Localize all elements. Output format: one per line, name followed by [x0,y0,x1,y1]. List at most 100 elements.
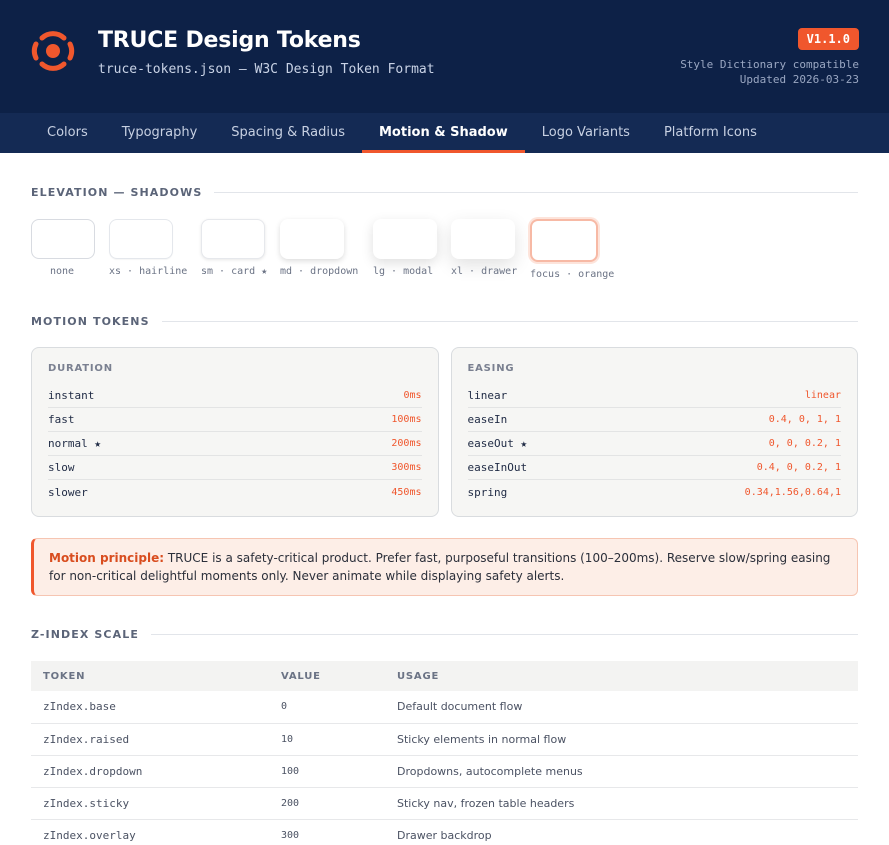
token-cell: zIndex.sticky [31,787,269,820]
tab-typography[interactable]: Typography [105,113,215,153]
easing-row: easeOut ★ 0, 0, 0.2, 1 [467,432,841,456]
duration-row: instant 0ms [48,384,422,408]
table-row: zIndex.raised 10 Sticky elements in norm… [31,723,858,756]
token-key: easeInOut [467,461,528,474]
shadow-md: md · dropdown [280,219,373,280]
table-header-row: TOKEN VALUE USAGE [31,661,858,691]
callout-title: Motion principle: [49,551,165,565]
token-key: normal ★ [48,437,101,450]
duration-row: normal ★ 200ms [48,432,422,456]
value-cell: 0 [269,691,385,724]
zindex-table: TOKEN VALUE USAGE zIndex.base 0 Default … [31,661,858,845]
shadow-xl: xl · drawer [451,219,530,280]
shadow-swatch [451,219,515,259]
tab-motion-shadow[interactable]: Motion & Shadow [362,113,525,153]
duration-row: slow 300ms [48,456,422,480]
duration-row: slower 450ms [48,480,422,504]
token-cell: zIndex.dropdown [31,755,269,788]
tab-bar: Colors Typography Spacing & Radius Motio… [0,113,889,153]
shadow-label: lg · modal [373,266,434,277]
duration-row: fast 100ms [48,408,422,432]
shadow-label: none [50,266,75,277]
compat-line: Style Dictionary compatible [680,58,859,71]
token-value: 0.34,1.56,0.64,1 [744,486,841,498]
shadow-lg: lg · modal [373,219,451,280]
app-header: TRUCE Design Tokens truce-tokens.json — … [0,0,889,113]
tab-colors[interactable]: Colors [30,113,105,153]
tab-platform-icons[interactable]: Platform Icons [647,113,774,153]
usage-cell: Drawer backdrop [385,819,858,845]
shadow-swatch [373,219,437,259]
shadow-swatch [530,219,598,262]
motion-principle-callout: Motion principle: TRUCE is a safety-crit… [31,538,858,596]
divider [150,634,858,635]
easing-row: linear linear [467,384,841,408]
shadow-label: sm · card ★ [201,266,268,277]
easing-row: easeIn 0.4, 0, 1, 1 [467,408,841,432]
zindex-heading: Z-INDEX SCALE [31,628,858,641]
shadow-swatch [280,219,344,259]
shadow-label: xl · drawer [451,266,518,277]
shadow-swatches: none xs · hairline sm · card ★ md · drop… [31,219,858,280]
page-title: TRUCE Design Tokens [98,28,361,53]
usage-cell: Default document flow [385,691,858,724]
shadow-swatch [109,219,173,259]
column-header-usage: USAGE [385,661,858,691]
shadow-label: focus · orange [530,269,615,280]
column-header-token: TOKEN [31,661,269,691]
usage-cell: Sticky nav, frozen table headers [385,787,858,820]
version-badge: V1.1.0 [797,28,859,50]
token-value: 100ms [391,414,422,425]
token-value: 200ms [391,438,422,449]
divider [161,321,858,322]
shadow-none: none [31,219,109,280]
token-value: linear [804,390,841,401]
motion-tokens: DURATION instant 0ms fast 100ms normal ★ 20… [31,347,858,517]
value-cell: 10 [269,723,385,756]
token-value: 300ms [391,462,422,473]
value-cell: 200 [269,787,385,820]
token-key: easeIn [467,413,508,426]
main-content: ELEVATION — SHADOWS none xs · hairline s… [0,186,889,845]
card-title: EASING [467,363,515,374]
shadow-label: xs · hairline [109,266,188,277]
value-cell: 100 [269,755,385,788]
table-row: zIndex.sticky 200 Sticky nav, frozen tab… [31,787,858,820]
token-value: 0ms [403,390,422,401]
duration-card: DURATION instant 0ms fast 100ms normal ★ 20… [31,347,439,517]
token-value: 0.4, 0, 0.2, 1 [756,462,841,473]
card-title: DURATION [48,363,113,374]
shadow-swatch [31,219,95,259]
token-key: slower [48,485,88,499]
motion-heading: MOTION TOKENS [31,315,858,328]
shadow-label: md · dropdown [280,266,359,277]
shadow-sm: sm · card ★ [201,219,280,280]
section-title: ELEVATION — SHADOWS [31,186,203,199]
elevation-heading: ELEVATION — SHADOWS [31,186,858,199]
table-row: zIndex.base 0 Default document flow [31,691,858,724]
usage-cell: Sticky elements in normal flow [385,723,858,756]
table-row: zIndex.dropdown 100 Dropdowns, autocompl… [31,755,858,788]
tab-spacing-radius[interactable]: Spacing & Radius [214,113,362,153]
token-key: spring [467,485,508,499]
truce-logo-icon [31,31,75,71]
usage-cell: Dropdowns, autocomplete menus [385,755,858,788]
token-value: 0.4, 0, 1, 1 [768,414,841,425]
shadow-swatch [201,219,265,259]
token-key: fast [48,413,75,426]
easing-row: spring 0.34,1.56,0.64,1 [468,480,842,504]
token-key: linear [467,389,508,402]
easing-row: easeInOut 0.4, 0, 0.2, 1 [467,456,841,480]
token-cell: zIndex.raised [31,723,269,756]
token-cell: zIndex.base [31,691,269,724]
token-key: slow [48,461,75,474]
section-title: Z-INDEX SCALE [31,628,139,641]
callout-text: TRUCE is a safety-critical product. Pref… [49,551,831,583]
token-cell: zIndex.overlay [31,819,269,845]
divider [214,192,858,193]
easing-card: EASING linear linear easeIn 0.4, 0, 1, 1 e… [450,347,858,517]
column-header-value: VALUE [269,661,385,691]
section-title: MOTION TOKENS [31,315,150,328]
shadow-xs: xs · hairline [109,219,201,280]
tab-logo-variants[interactable]: Logo Variants [525,113,647,153]
